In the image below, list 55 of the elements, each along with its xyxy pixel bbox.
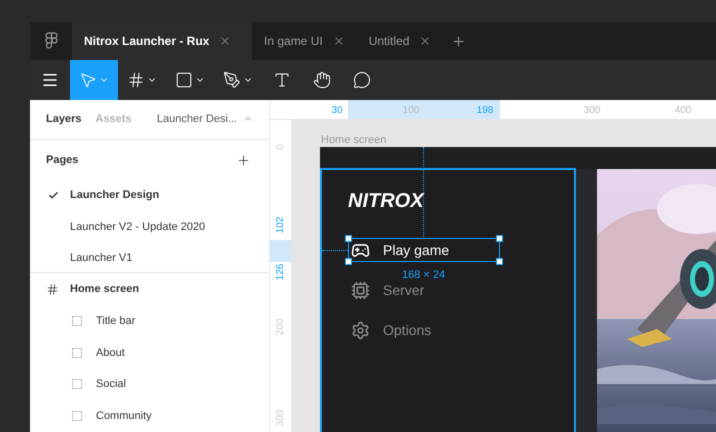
ruler-label: 126 (276, 264, 286, 280)
ruler-highlight (270, 240, 291, 262)
pages-heading: Pages (46, 153, 78, 168)
dashed-square-icon (72, 316, 82, 326)
resize-handle[interactable] (345, 258, 352, 265)
close-icon[interactable] (219, 35, 232, 47)
layer-item[interactable]: Title bar (30, 305, 269, 337)
add-tab-icon[interactable] (451, 34, 466, 48)
square-icon (175, 71, 193, 89)
panel-tab[interactable]: Layers (46, 111, 82, 128)
close-icon[interactable] (419, 35, 432, 47)
tab-label: In game UI (264, 33, 323, 50)
pen-icon (223, 71, 241, 89)
check-icon (48, 190, 59, 201)
file-tab[interactable]: Untitled (356, 22, 444, 60)
menu-item[interactable]: Play game (348, 238, 500, 262)
resize-handle[interactable] (496, 258, 503, 265)
figma-logo-icon (44, 32, 58, 50)
page-item[interactable]: Launcher Design (30, 179, 269, 212)
hash-icon (46, 282, 59, 296)
ruler-label: 198 (476, 104, 494, 118)
file-tab[interactable]: Nitrox Launcher - Rux (72, 22, 252, 60)
page-item[interactable]: Launcher V1 (30, 242, 269, 274)
tab-label: Nitrox Launcher - Rux (84, 33, 210, 50)
gear-icon (351, 320, 370, 340)
resize-handle[interactable] (345, 235, 352, 242)
ruler-label: 102 (276, 216, 286, 234)
frame-label: Home screen (321, 133, 386, 148)
ruler-label: 400 (674, 104, 692, 118)
logo: NITROX (348, 189, 424, 214)
ruler-label: 300 (584, 104, 600, 118)
hand-icon (313, 71, 331, 89)
ruler-label: 100 (402, 104, 420, 118)
speech-bubble-icon (353, 71, 371, 89)
tab-label: Untitled (368, 33, 410, 50)
layer-item[interactable]: About (30, 336, 269, 369)
menu-icon (41, 71, 59, 89)
dashed-square-icon (72, 411, 82, 422)
guide-line (322, 250, 348, 251)
layer-item[interactable]: Social (30, 368, 269, 400)
resize-handle[interactable] (496, 235, 503, 242)
hash-icon (127, 71, 145, 89)
dashed-square-icon (72, 379, 82, 390)
pointer-icon (79, 71, 97, 89)
chip-icon (351, 280, 370, 300)
close-icon[interactable] (332, 35, 345, 47)
text-icon (273, 71, 291, 89)
dashed-square-icon (72, 348, 82, 358)
page-selector[interactable]: Launcher Desi... (156, 111, 253, 128)
layer-item[interactable]: Home screen (30, 273, 269, 306)
ruler-label: 30 (331, 104, 343, 118)
file-tab[interactable]: In game UI (252, 22, 357, 60)
layer-item[interactable]: Community (30, 400, 269, 432)
page-item[interactable]: Launcher V2 - Update 2020 (30, 211, 269, 243)
menu-item[interactable]: Options (348, 318, 500, 342)
